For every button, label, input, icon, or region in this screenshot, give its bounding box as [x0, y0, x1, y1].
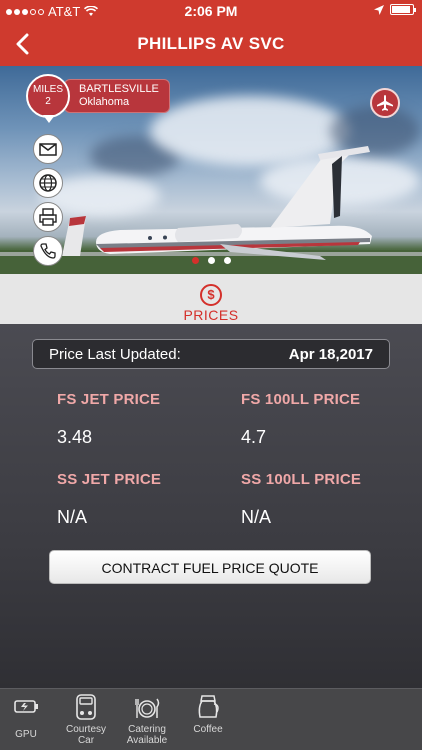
carousel-dot[interactable] — [191, 257, 199, 264]
ss-100ll-price-label: SS 100LL PRICE — [241, 471, 362, 488]
amenity-label: Available — [126, 735, 168, 746]
amenity-coffee[interactable]: Coffee — [178, 693, 238, 735]
fs-100ll-price-value: 4.7 — [241, 427, 267, 447]
page-title: PHILLIPS AV SVC — [137, 34, 285, 53]
amenity-label: Courtesy — [65, 724, 106, 735]
aircraft-button[interactable] — [370, 88, 400, 118]
website-button[interactable] — [33, 168, 63, 198]
coffee-pot-icon — [198, 695, 219, 718]
miles-label: MILES — [32, 84, 63, 95]
carousel-dot[interactable] — [223, 257, 231, 264]
globe-icon — [39, 174, 57, 192]
amenity-label: Coffee — [193, 724, 223, 735]
state-name: Oklahoma — [79, 96, 130, 108]
amenity-label: Catering — [128, 724, 166, 735]
status-bar: AT&T 2:06 PM — [0, 0, 422, 22]
fs-jet-price-value: 3.48 — [57, 427, 93, 447]
price-updated-label: Price Last Updated: — [49, 346, 181, 363]
tab-prices-label: PRICES — [183, 307, 239, 323]
location-label: BARTLESVILLE Oklahoma — [64, 79, 170, 113]
airplane-icon — [377, 95, 393, 111]
phone-button[interactable] — [33, 236, 63, 266]
amenities-bar: GPU Courtesy Car Catering Available Coff… — [0, 688, 422, 750]
fax-button[interactable] — [33, 202, 63, 232]
ss-jet-price-value: N/A — [57, 507, 88, 527]
catering-plate-icon — [135, 698, 160, 718]
amenity-catering[interactable]: Catering Available — [117, 693, 177, 746]
email-icon — [39, 142, 57, 156]
location-arrow-icon — [374, 4, 384, 15]
miles-badge: MILES 2 — [26, 74, 70, 118]
status-time: 2:06 PM — [184, 3, 238, 19]
fs-jet-price-label: FS JET PRICE — [57, 391, 161, 408]
amenity-label: GPU — [15, 729, 37, 740]
price-updated-box: Price Last Updated: Apr 18,2017 — [32, 339, 390, 369]
phone-icon — [40, 243, 56, 259]
gpu-battery-icon — [14, 700, 38, 713]
navigation-bar: PHILLIPS AV SVC — [0, 22, 422, 66]
price-updated-date: Apr 18,2017 — [288, 346, 373, 363]
fs-100ll-price-label: FS 100LL PRICE — [241, 391, 361, 408]
miles-value: 2 — [45, 96, 51, 107]
email-button[interactable] — [33, 134, 63, 164]
fax-icon — [39, 208, 57, 226]
carousel-indicator[interactable] — [0, 257, 422, 264]
amenity-label: Car — [77, 735, 95, 746]
hero-image-carousel[interactable]: MILES 2 BARTLESVILLE Oklahoma — [0, 66, 422, 274]
amenity-courtesy-car[interactable]: Courtesy Car — [56, 693, 116, 746]
car-icon — [76, 694, 96, 720]
amenity-gpu[interactable]: GPU — [0, 693, 56, 740]
carousel-dot[interactable] — [207, 257, 215, 264]
contract-fuel-quote-button[interactable]: CONTRACT FUEL PRICE QUOTE — [49, 550, 371, 584]
ss-jet-price-label: SS JET PRICE — [57, 471, 162, 488]
battery-icon — [390, 4, 416, 15]
tab-prices[interactable]: $ PRICES — [0, 274, 422, 324]
dollar-icon: $ — [200, 284, 222, 306]
ss-100ll-price-value: N/A — [241, 507, 272, 527]
city-name: BARTLESVILLE — [79, 83, 159, 95]
prices-panel: Price Last Updated: Apr 18,2017 FS JET P… — [0, 324, 422, 688]
